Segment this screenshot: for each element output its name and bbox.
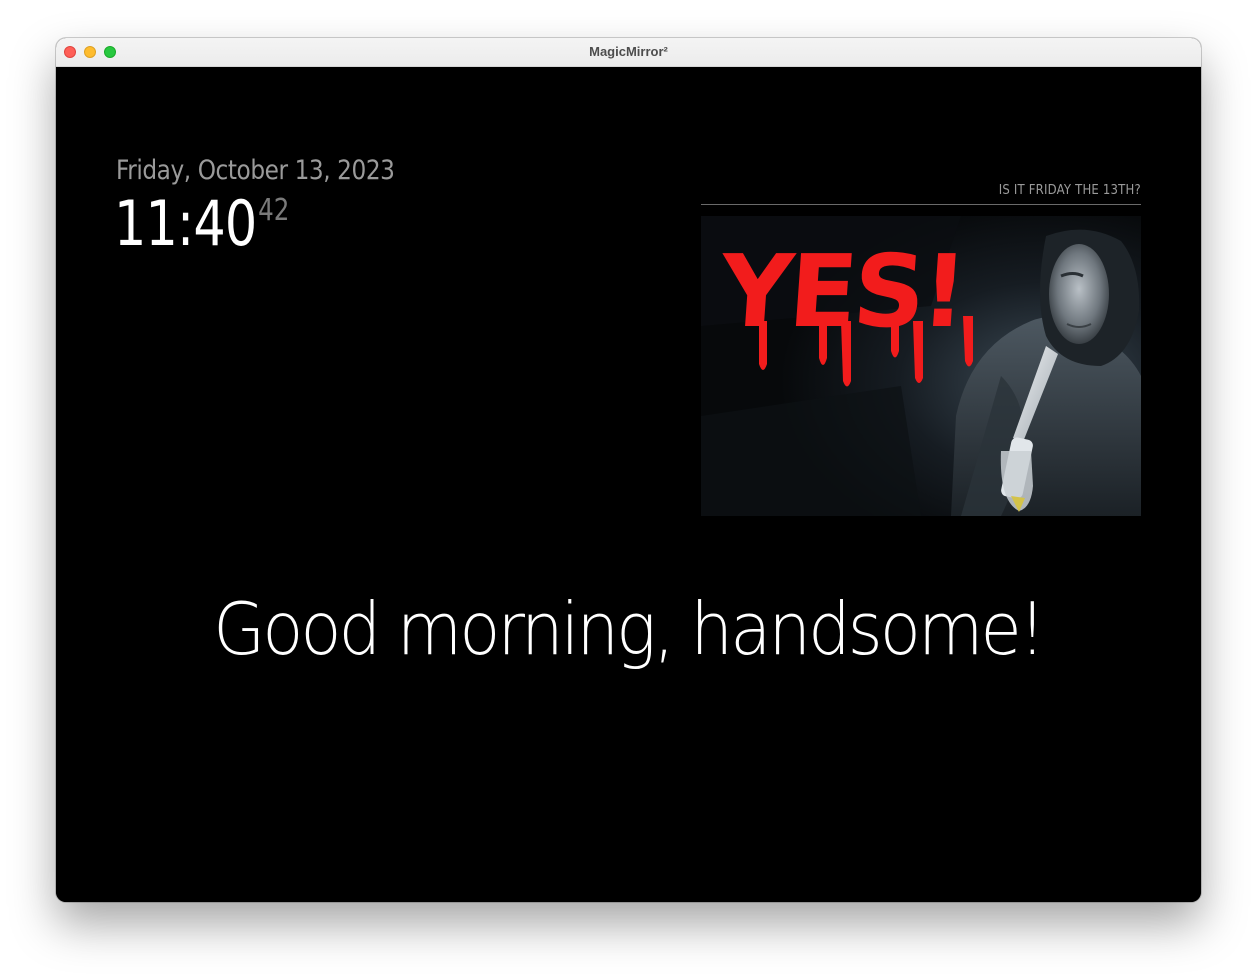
compliment-text: Good morning, handsome! bbox=[56, 587, 1201, 671]
title-bar[interactable]: MagicMirror² bbox=[56, 38, 1201, 67]
friday13-illustration: YES! bbox=[701, 216, 1141, 516]
mirror-screen: Friday, October 13, 2023 11:4042 IS IT F… bbox=[56, 67, 1201, 902]
man-with-knife-image: YES! bbox=[701, 216, 1141, 516]
clock-seconds: 42 bbox=[258, 193, 290, 228]
compliment-text-label: Good morning, handsome! bbox=[213, 587, 1047, 671]
clock-date: Friday, October 13, 2023 bbox=[116, 155, 395, 186]
window-title: MagicMirror² bbox=[589, 44, 668, 59]
app-window: MagicMirror² Friday, October 13, 2023 11… bbox=[56, 38, 1201, 902]
friday13-header-text: IS IT FRIDAY THE 13TH? bbox=[998, 183, 1141, 198]
friday13-module-header: IS IT FRIDAY THE 13TH? bbox=[701, 183, 1141, 205]
clock-hours-minutes: 11:40 bbox=[114, 187, 257, 260]
clock-time: 11:4042 bbox=[114, 187, 289, 260]
